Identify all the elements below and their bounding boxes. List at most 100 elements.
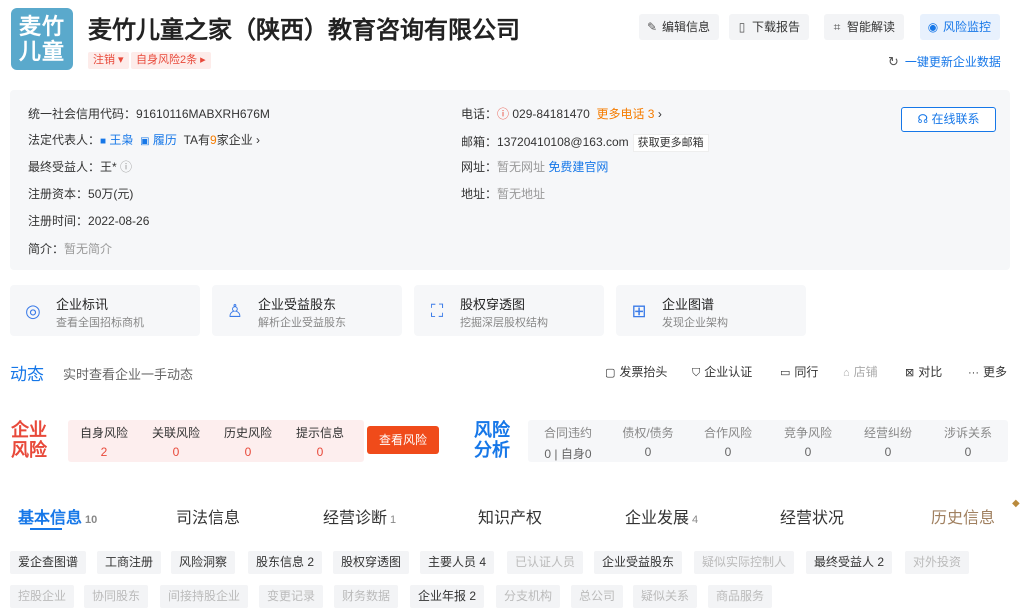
- store-icon: ⌂: [843, 367, 850, 379]
- chip-financial-data[interactable]: 财务数据: [334, 585, 399, 608]
- self-risk-cell[interactable]: 自身风险 2: [72, 424, 136, 459]
- chip-indirect-holdings[interactable]: 间接持股企业: [160, 585, 249, 608]
- update-data-link[interactable]: ↻ 一键更新企业数据: [888, 53, 1001, 70]
- card-graph[interactable]: ⊞ 企业图谱 发现企业架构: [616, 285, 806, 336]
- litigation-cell[interactable]: 涉诉关系 0: [928, 424, 1008, 459]
- chip-ultimate-beneficiary[interactable]: 最终受益人 2: [806, 551, 893, 574]
- chip-shareholders[interactable]: 股东信息 2: [248, 551, 323, 574]
- email-value: 13720410108@163.com: [497, 135, 629, 149]
- chip-beneficial-shareholders[interactable]: 企业受益股东: [594, 551, 683, 574]
- chip-branches[interactable]: 分支机构: [496, 585, 561, 608]
- tab-development[interactable]: 企业发展 4: [625, 504, 698, 528]
- analysis-label-line1: 风险: [474, 420, 510, 440]
- compare-button[interactable]: ⊠ 对比: [905, 363, 942, 380]
- tab-basic-info[interactable]: 基本信息 10: [18, 504, 97, 528]
- address-label: 地址：: [461, 187, 498, 201]
- risk-name: 提示信息: [295, 426, 344, 440]
- analysis-value: 0: [964, 445, 972, 459]
- contract-breach-cell[interactable]: 合同违约 0 | 自身0: [528, 424, 608, 462]
- more-email-button[interactable]: 获取更多邮箱: [632, 134, 709, 152]
- company-cert-button[interactable]: ⛉ 企业认证: [692, 363, 752, 380]
- card-title: 股权穿透图: [460, 297, 526, 312]
- shop-button[interactable]: ⌂ 店铺: [843, 363, 878, 380]
- related-risk-cell[interactable]: 关联风险 0: [144, 424, 208, 459]
- more-button[interactable]: ··· 更多: [968, 363, 1007, 380]
- analysis-value: 0 | 自身0: [544, 447, 592, 461]
- view-risk-button[interactable]: 查看风险: [367, 426, 439, 454]
- card-beneficiary[interactable]: ♙ 企业受益股东 解析企业受益股东: [212, 285, 402, 336]
- tab-ip[interactable]: 知识产权: [478, 504, 542, 528]
- more-phone-link[interactable]: 更多电话 3: [596, 107, 654, 121]
- resume-link[interactable]: 履历: [153, 133, 177, 147]
- card-title: 企业图谱: [662, 297, 715, 312]
- risk-monitor-button[interactable]: ◉ 风险监控: [920, 14, 1001, 40]
- chevron-right-icon[interactable]: ›: [658, 107, 662, 121]
- resume-icon: ▣: [140, 136, 150, 147]
- analysis-value: 0: [644, 445, 652, 459]
- chip-partner-shareholders[interactable]: 协同股东: [84, 585, 149, 608]
- tab-operations[interactable]: 经营状况: [780, 504, 844, 528]
- card-subtitle: 查看全国招标商机: [56, 317, 144, 329]
- action-label: 企业认证: [704, 365, 753, 379]
- tab-label: 企业发展: [625, 510, 690, 527]
- chip-annual-reports[interactable]: 企业年报 2: [410, 585, 485, 608]
- more-icon: ···: [968, 367, 979, 379]
- chip-suspected-controller[interactable]: 疑似实际控制人: [694, 551, 795, 574]
- card-tender[interactable]: ◎ 企业标讯 查看全国招标商机: [10, 285, 200, 336]
- chip-equity-graph[interactable]: 股权穿透图: [333, 551, 410, 574]
- free-site-link[interactable]: 免费建官网: [548, 160, 608, 174]
- self-risk-badge[interactable]: 自身风险2条 ▸: [131, 52, 211, 69]
- smart-read-label: 智能解读: [847, 20, 896, 34]
- tab-count: 4: [692, 514, 699, 526]
- legal-rep-name-link[interactable]: 王枭: [109, 133, 133, 147]
- tip-info-cell[interactable]: 提示信息 0: [288, 424, 352, 459]
- chip-certified-personnel[interactable]: 已认证人员: [507, 551, 584, 574]
- competition-risk-cell[interactable]: 竞争风险 0: [768, 424, 848, 459]
- user-icon: ♙: [226, 301, 244, 321]
- refresh-icon: ↻: [888, 54, 899, 69]
- chip-aiqicha-graph[interactable]: 爱企查图谱: [10, 551, 87, 574]
- credit-code-value: 91610116MABXRH676M: [136, 107, 270, 121]
- tab-label: 经营状况: [780, 510, 845, 527]
- chip-business-registration[interactable]: 工商注册: [97, 551, 162, 574]
- org-chart-icon: ⛶: [430, 301, 444, 321]
- help-icon[interactable]: ⓘ: [120, 160, 132, 174]
- online-contact-label: 在线联系: [931, 112, 980, 126]
- ta-has-suffix[interactable]: 家企业 ›: [217, 133, 260, 147]
- invoice-header-button[interactable]: ▢ 发票抬头: [605, 363, 667, 380]
- legal-rep-row: 法定代表人：■ 王枭 ▣ 履历 TA有9家企业 ›: [28, 131, 260, 148]
- coop-risk-cell[interactable]: 合作风险 0: [688, 424, 768, 459]
- status-badge[interactable]: 注销 ▾: [88, 52, 129, 69]
- capital-row: 注册资本：50万(元): [28, 185, 133, 202]
- action-label: 对比: [918, 365, 943, 379]
- edit-info-button[interactable]: ✎ 编辑信息: [639, 14, 720, 40]
- debt-cell[interactable]: 债权/债务 0: [608, 424, 688, 459]
- chip-key-personnel[interactable]: 主要人员 4: [420, 551, 495, 574]
- compare-icon: ⊠: [905, 367, 915, 379]
- active-tab-indicator: [30, 528, 62, 530]
- tab-count: 1: [390, 514, 397, 526]
- tab-history[interactable]: 历史信息: [931, 504, 995, 528]
- chip-products-services[interactable]: 商品服务: [708, 585, 773, 608]
- history-risk-cell[interactable]: 历史风险 0: [216, 424, 280, 459]
- business-dispute-cell[interactable]: 经营纠纷 0: [848, 424, 928, 459]
- ta-company-count[interactable]: 9: [210, 133, 217, 147]
- chip-outbound-investment[interactable]: 对外投资: [905, 551, 970, 574]
- chip-change-records[interactable]: 变更记录: [259, 585, 324, 608]
- peers-button[interactable]: ▭ 同行: [780, 363, 818, 380]
- risk-analysis-box: 合同违约 0 | 自身0 债权/债务 0 合作风险 0 竞争风险 0 经营纠纷 0 涉诉关…: [528, 420, 1008, 462]
- analysis-name: 竞争风险: [783, 426, 832, 440]
- chip-head-office[interactable]: 总公司: [571, 585, 624, 608]
- card-equity[interactable]: ⛶ 股权穿透图 挖掘深层股权结构: [414, 285, 604, 336]
- analysis-label-line2: 分析: [474, 440, 510, 460]
- dynamics-title: 动态: [10, 365, 44, 384]
- chip-risk-insight[interactable]: 风险洞察: [171, 551, 236, 574]
- download-report-button[interactable]: ▯ 下载报告: [729, 14, 810, 40]
- tab-judicial[interactable]: 司法信息: [176, 504, 240, 528]
- chip-suspected-relations[interactable]: 疑似关系: [633, 585, 698, 608]
- smart-read-button[interactable]: ⌗ 智能解读: [824, 14, 905, 40]
- online-contact-button[interactable]: ☊ 在线联系: [901, 107, 996, 132]
- analysis-name: 合同违约: [543, 426, 592, 440]
- chip-holding-companies[interactable]: 控股企业: [10, 585, 75, 608]
- tab-diagnosis[interactable]: 经营诊断 1: [323, 504, 396, 528]
